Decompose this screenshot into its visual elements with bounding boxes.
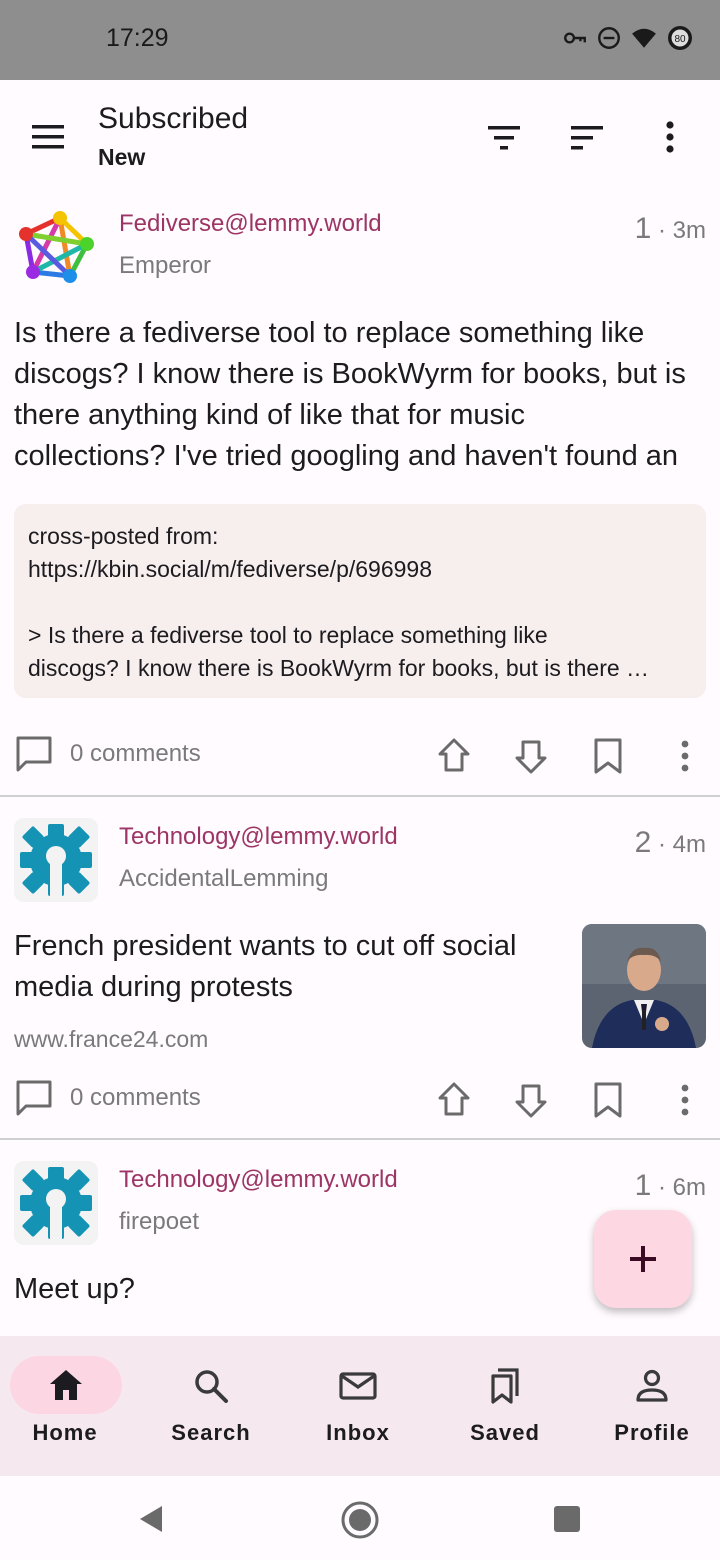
title-line: collections? I've tried googling and hav… xyxy=(14,440,679,472)
comments-count: 0 comments xyxy=(70,1084,201,1111)
wifi-icon xyxy=(630,25,658,56)
nav-home[interactable]: Home xyxy=(0,1336,144,1476)
filter-icon[interactable] xyxy=(484,118,524,158)
downvote-icon[interactable] xyxy=(511,1080,551,1120)
nav-profile[interactable]: Profile xyxy=(580,1336,720,1476)
status-time: 17:29 xyxy=(106,24,169,52)
fediverse-community-icon[interactable] xyxy=(14,206,98,290)
nav-inbox[interactable]: Inbox xyxy=(286,1336,430,1476)
community-link[interactable]: Technology@lemmy.world xyxy=(119,1166,398,1194)
post-title[interactable]: Meet up? xyxy=(14,1269,135,1310)
sort-subtitle: New xyxy=(98,144,146,170)
person-icon xyxy=(632,1366,672,1406)
post-more-icon[interactable] xyxy=(665,1080,705,1120)
title-line: there anything kind of like that for mus… xyxy=(14,399,525,431)
post-actions: 0 comments xyxy=(0,1068,720,1128)
nav-search[interactable]: Search xyxy=(139,1336,283,1476)
create-post-button[interactable] xyxy=(594,1210,692,1308)
post-meta: 1 · 3m xyxy=(634,212,706,245)
post-meta: 1 · 6m xyxy=(634,1169,706,1202)
nav-label: Profile xyxy=(614,1420,690,1445)
post-card[interactable]: Fediverse@lemmy.world Emperor 1 · 3m Is … xyxy=(0,192,720,796)
author-link[interactable]: AccidentalLemming xyxy=(119,865,328,893)
title-line: discogs? I know there is BookWyrm for bo… xyxy=(14,358,686,390)
technology-community-icon[interactable] xyxy=(14,1161,98,1245)
post-divider xyxy=(0,795,720,797)
post-body-preview[interactable]: cross-posted from: https://kbin.social/m… xyxy=(14,504,706,698)
battery-level: 80 xyxy=(674,34,686,45)
post-age: 3m xyxy=(672,217,706,244)
menu-icon[interactable] xyxy=(30,122,68,152)
status-icons: 80 xyxy=(562,24,694,57)
post-score: 1 xyxy=(634,212,652,245)
bookmark-icon[interactable] xyxy=(588,736,628,776)
search-icon xyxy=(191,1366,231,1406)
author-link[interactable]: firepoet xyxy=(119,1208,199,1236)
nav-label: Saved xyxy=(470,1420,540,1445)
title-line: Is there a fediverse tool to replace som… xyxy=(14,317,645,349)
dnd-icon xyxy=(596,25,622,56)
post-meta: 2 · 4m xyxy=(634,826,706,859)
bottom-navigation: Home Search Inbox Saved Profile xyxy=(0,1336,720,1476)
app-bar: Subscribed New xyxy=(0,80,720,192)
downvote-icon[interactable] xyxy=(511,736,551,776)
community-link[interactable]: Technology@lemmy.world xyxy=(119,823,398,851)
battery-icon: 80 xyxy=(666,24,694,57)
bookmarks-icon xyxy=(485,1366,525,1406)
post-more-icon[interactable] xyxy=(665,736,705,776)
status-bar: 17:29 80 xyxy=(0,0,720,80)
technology-community-icon[interactable] xyxy=(14,818,98,902)
post-age: 4m xyxy=(672,831,706,858)
post-score: 1 xyxy=(634,1169,652,1202)
nav-label: Inbox xyxy=(326,1420,390,1445)
body-line: cross-posted from: xyxy=(28,523,219,549)
body-line: > Is there a fediverse tool to replace s… xyxy=(28,622,548,648)
post-age: 6m xyxy=(672,1174,706,1201)
post-title[interactable]: French president wants to cut off social… xyxy=(14,926,564,1008)
nav-label: Search xyxy=(171,1420,251,1445)
upvote-icon[interactable] xyxy=(434,736,474,776)
mail-icon xyxy=(338,1366,378,1406)
comment-icon xyxy=(16,736,52,772)
community-link[interactable]: Fediverse@lemmy.world xyxy=(119,210,382,238)
back-icon[interactable] xyxy=(134,1502,168,1541)
post-score: 2 xyxy=(634,826,652,859)
add-icon xyxy=(630,1246,656,1272)
link-domain[interactable]: www.france24.com xyxy=(14,1026,208,1053)
system-navigation-bar xyxy=(0,1476,720,1560)
author-link[interactable]: Emperor xyxy=(119,252,211,280)
comments-button[interactable]: 0 comments xyxy=(14,734,201,774)
page-title: Subscribed xyxy=(98,102,249,135)
nav-saved[interactable]: Saved xyxy=(433,1336,577,1476)
upvote-icon[interactable] xyxy=(434,1080,474,1120)
vpn-key-icon xyxy=(562,25,588,56)
sort-icon[interactable] xyxy=(568,118,608,158)
body-line: https://kbin.social/m/fediverse/p/696998 xyxy=(28,556,433,582)
post-card[interactable]: Technology@lemmy.world AccidentalLemming… xyxy=(0,798,720,1138)
post-actions: 0 comments xyxy=(0,724,720,784)
comments-count: 0 comments xyxy=(70,740,201,767)
body-blank-line xyxy=(28,586,692,619)
title-line: Meet up? xyxy=(14,1273,135,1305)
body-line: discogs? I know there is BookWyrm for bo… xyxy=(28,655,650,681)
home-icon xyxy=(46,1366,86,1406)
title-line: French president wants to cut off social xyxy=(14,930,517,962)
bookmark-icon[interactable] xyxy=(588,1080,628,1120)
post-thumbnail[interactable] xyxy=(582,924,706,1048)
more-vert-icon[interactable] xyxy=(652,118,692,158)
nav-label: Home xyxy=(32,1420,98,1445)
comment-icon xyxy=(16,1080,52,1116)
post-title[interactable]: Is there a fediverse tool to replace som… xyxy=(14,313,686,477)
comments-button[interactable]: 0 comments xyxy=(14,1078,201,1118)
post-divider xyxy=(0,1138,720,1140)
home-button-icon[interactable] xyxy=(340,1500,380,1545)
recents-icon[interactable] xyxy=(552,1504,582,1539)
title-line: media during protests xyxy=(14,971,293,1003)
